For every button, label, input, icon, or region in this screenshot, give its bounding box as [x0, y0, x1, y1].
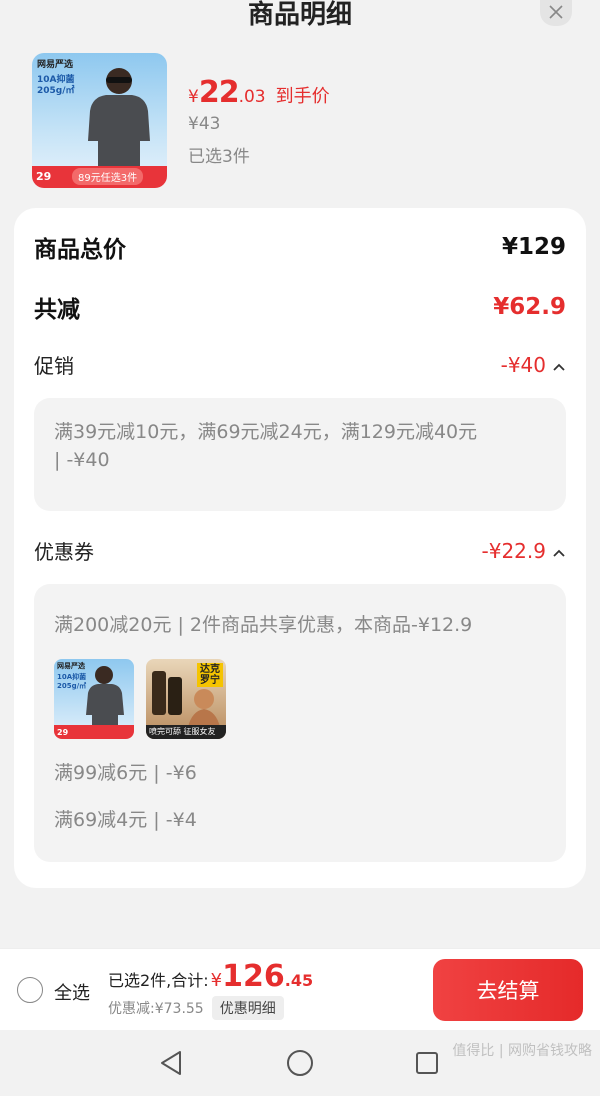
recent-icon[interactable]	[412, 1048, 442, 1078]
price-tag: 到手价	[275, 86, 330, 107]
total-row: 商品总价 ¥129	[34, 230, 566, 264]
close-button[interactable]	[540, 0, 572, 26]
watermark: 值得比 | 网购省钱攻略	[452, 1043, 592, 1059]
final-price: ¥ 22 .03 到手价	[188, 75, 330, 110]
close-icon	[549, 4, 563, 23]
coupon-item-thumb[interactable]: 网易严选 10A抑菌 205g/㎡ 29	[54, 659, 134, 739]
chevron-up-icon[interactable]	[552, 539, 566, 563]
promo-label: 促销	[34, 354, 74, 378]
thumb-band: 29 89元任选3件	[32, 166, 167, 188]
order-total-line: 已选2件,合计: ¥ 126 .45	[108, 959, 313, 994]
product-thumbnail[interactable]: 网易严选 10A抑菌 205g/㎡ 29 89元任选3件	[32, 53, 167, 188]
total-integer: 126	[222, 959, 285, 994]
total-symbol: ¥	[210, 970, 223, 991]
coupon-detail-box: 满200减20元 | 2件商品共享优惠，本商品-¥12.9 网易严选 10A抑菌…	[34, 584, 566, 862]
price-breakdown-card: 商品总价 ¥129 共减 ¥62.9 促销 -¥40 满39元减10元，满69元…	[14, 208, 586, 888]
header: 商品明细	[0, 0, 600, 40]
coupon-line-2: 满99减6元 | -¥6	[54, 762, 197, 784]
promo-row[interactable]: 促销 -¥40	[34, 350, 566, 379]
select-all-radio[interactable]	[17, 977, 43, 1003]
checkout-button[interactable]: 去结算	[433, 959, 583, 1021]
promo-value-wrap: -¥40	[501, 353, 566, 377]
price-block: ¥ 22 .03 到手价 ¥43 已选3件	[188, 75, 330, 167]
price-integer: 22	[198, 75, 240, 110]
order-summary: 已选2件,合计: ¥ 126 .45 优惠减:¥73.55 优惠明细	[108, 959, 313, 1020]
promo-value: -¥40	[500, 352, 546, 377]
thumb-band-offer: 89元任选3件	[72, 168, 144, 185]
discount-detail-button[interactable]: 优惠明细	[211, 996, 284, 1020]
thumb-band-price: 29	[36, 170, 52, 183]
coupon-value: -¥22.9	[481, 538, 546, 563]
reduce-label: 共减	[34, 297, 80, 323]
coupon-item-title: 达克 罗宁	[197, 663, 223, 687]
price-symbol: ¥	[188, 87, 199, 107]
coupon-line-3: 满69减4元 | -¥4	[54, 809, 197, 831]
chevron-up-icon[interactable]	[552, 353, 566, 377]
total-decimal: .45	[284, 971, 314, 990]
coupon-row[interactable]: 优惠券 -¥22.9	[34, 536, 566, 565]
total-value: ¥129	[501, 234, 566, 260]
selected-total-label: 已选2件,合计:	[108, 971, 209, 990]
coupon-item-thumb[interactable]: 达克 罗宁 喷完可舔 征服女友	[146, 659, 226, 739]
reduce-row: 共减 ¥62.9	[34, 290, 566, 324]
coupon-item-band: 29	[57, 728, 69, 737]
page-title: 商品明细	[247, 0, 352, 30]
promo-detail: 满39元减10元，满69元减24元，满129元减40元 | -¥40	[54, 421, 478, 471]
coupon-item-spec: 10A抑菌 205g/㎡	[57, 673, 87, 690]
coupon-line-1: 满200减20元 | 2件商品共享优惠，本商品-¥12.9	[54, 614, 473, 636]
coupon-label: 优惠券	[34, 540, 94, 564]
home-icon[interactable]	[285, 1048, 315, 1078]
coupon-value-wrap: -¥22.9	[482, 539, 566, 563]
price-decimal: .03	[238, 87, 266, 107]
reduce-value: ¥62.9	[493, 294, 566, 320]
coupon-item-brand: 网易严选	[57, 662, 85, 670]
selected-count: 已选3件	[188, 147, 250, 167]
back-icon[interactable]	[156, 1048, 186, 1078]
thumb-spec: 10A抑菌 205g/㎡	[37, 75, 75, 96]
total-label: 商品总价	[34, 237, 126, 263]
original-price: ¥43	[188, 114, 221, 134]
discount-text: 优惠减:¥73.55	[108, 1001, 204, 1017]
product-model-image	[88, 68, 150, 173]
checkout-bar: 全选 已选2件,合计: ¥ 126 .45 优惠减:¥73.55 优惠明细 去结…	[0, 948, 600, 1030]
coupon-item-image	[54, 666, 134, 739]
thumb-brand: 网易严选	[37, 60, 74, 70]
coupon-item-band: 喷完可舔 征服女友	[149, 727, 216, 736]
promo-detail-box: 满39元减10元，满69元减24元，满129元减40元 | -¥40	[34, 398, 566, 511]
order-discount-line: 优惠减:¥73.55 优惠明细	[108, 996, 313, 1020]
select-all-label[interactable]: 全选	[54, 979, 90, 1005]
